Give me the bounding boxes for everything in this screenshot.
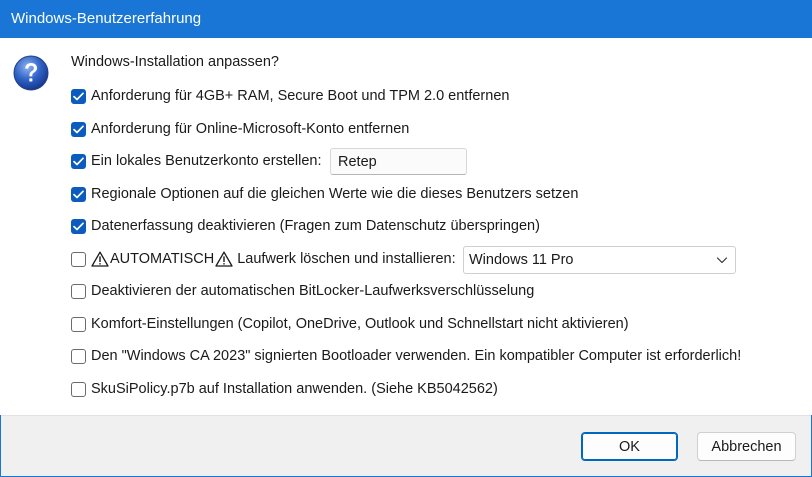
option-skusipolicy[interactable]: SkuSiPolicy.p7b auf Installation anwende… bbox=[71, 379, 498, 399]
option-label: Deaktivieren der automatischen BitLocker… bbox=[91, 283, 535, 299]
option-label-automatic: AUTOMATISCH bbox=[110, 251, 215, 267]
option-remove-online-account[interactable]: Anforderung für Online-Microsoft-Konto e… bbox=[71, 119, 409, 139]
cancel-button[interactable]: Abbrechen bbox=[697, 432, 796, 461]
checkmark-icon bbox=[73, 189, 84, 198]
option-disable-data-collection[interactable]: Datenerfassung deaktivieren (Fragen zum … bbox=[71, 216, 540, 236]
checkbox-create-local-account[interactable] bbox=[71, 153, 86, 169]
checkbox-remove-online-account[interactable] bbox=[71, 121, 86, 137]
local-username-input[interactable] bbox=[330, 148, 467, 175]
checkmark-icon bbox=[73, 156, 84, 165]
checkbox-skusipolicy[interactable] bbox=[71, 381, 86, 397]
checkbox-disable-bitlocker[interactable] bbox=[71, 283, 86, 299]
option-ca2023-bootloader[interactable]: Den "Windows CA 2023" signierten Bootloa… bbox=[71, 346, 741, 366]
option-create-local-account[interactable]: Ein lokales Benutzerkonto erstellen: bbox=[71, 151, 322, 171]
option-label: Regionale Optionen auf die gleichen Wert… bbox=[91, 186, 579, 202]
checkmark-icon bbox=[73, 221, 84, 230]
option-label: Datenerfassung deaktivieren (Fragen zum … bbox=[91, 218, 540, 234]
option-auto-wipe-install[interactable]: AUTOMATISCH Laufwerk löschen und install… bbox=[71, 249, 456, 269]
option-label: Den "Windows CA 2023" signierten Bootloa… bbox=[91, 348, 742, 364]
option-label: SkuSiPolicy.p7b auf Installation anwende… bbox=[91, 381, 498, 397]
title-bar[interactable]: Windows-Benutzererfahrung bbox=[0, 0, 812, 38]
option-regional-settings[interactable]: Regionale Optionen auf die gleichen Wert… bbox=[71, 184, 578, 204]
checkbox-regional-settings[interactable] bbox=[71, 186, 86, 202]
chevron-down-icon bbox=[716, 257, 728, 264]
windows-edition-select[interactable]: Windows 11 Pro bbox=[463, 246, 736, 274]
checkbox-remove-hardware-requirements[interactable] bbox=[71, 88, 86, 104]
option-label: Laufwerk löschen und installieren: bbox=[237, 251, 456, 267]
ok-button[interactable]: OK bbox=[581, 432, 678, 461]
option-label: Anforderung für Online-Microsoft-Konto e… bbox=[91, 121, 410, 137]
warning-icon bbox=[91, 251, 109, 267]
dialog-footer bbox=[1, 415, 811, 476]
selected-edition: Windows 11 Pro bbox=[469, 252, 574, 268]
option-comfort-settings[interactable]: Komfort-Einstellungen (Copilot, OneDrive… bbox=[71, 314, 629, 334]
question-icon bbox=[13, 55, 49, 91]
window-title: Windows-Benutzererfahrung bbox=[11, 10, 202, 27]
checkbox-disable-data-collection[interactable] bbox=[71, 218, 86, 234]
warning-icon bbox=[215, 251, 233, 267]
option-label: Ein lokales Benutzerkonto erstellen: bbox=[91, 153, 322, 169]
checkbox-auto-wipe-install[interactable] bbox=[71, 251, 86, 267]
option-disable-bitlocker[interactable]: Deaktivieren der automatischen BitLocker… bbox=[71, 281, 534, 301]
dialog-prompt: Windows-Installation anpassen? bbox=[71, 54, 279, 70]
option-label: Komfort-Einstellungen (Copilot, OneDrive… bbox=[91, 316, 629, 332]
checkbox-ca2023-bootloader[interactable] bbox=[71, 348, 86, 364]
checkmark-icon bbox=[73, 91, 84, 100]
option-remove-hardware-requirements[interactable]: Anforderung für 4GB+ RAM, Secure Boot un… bbox=[71, 86, 509, 106]
option-label: Anforderung für 4GB+ RAM, Secure Boot un… bbox=[91, 88, 510, 104]
checkbox-comfort-settings[interactable] bbox=[71, 316, 86, 332]
checkmark-icon bbox=[73, 124, 84, 133]
